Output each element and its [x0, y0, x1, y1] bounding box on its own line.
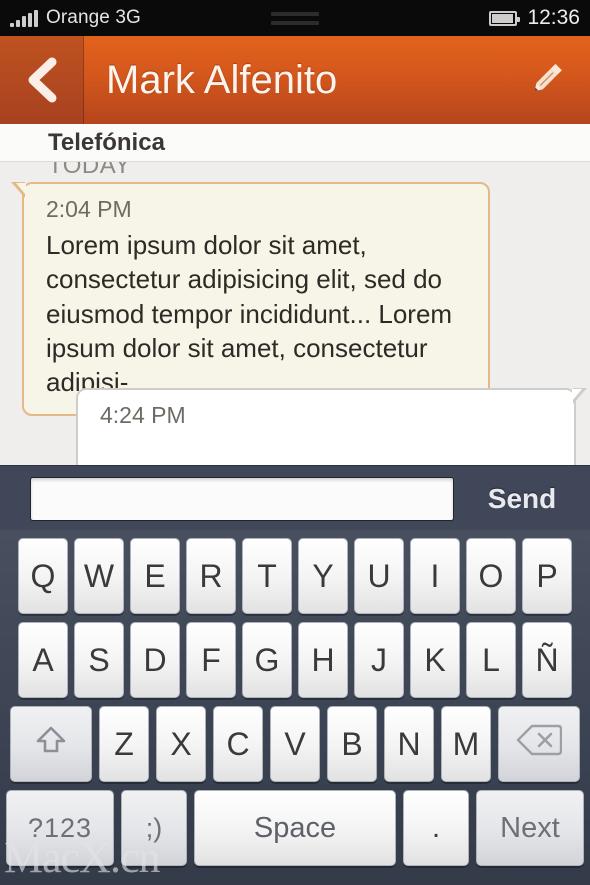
key-b[interactable]: B — [327, 706, 377, 782]
key-enye[interactable]: Ñ — [522, 622, 572, 698]
backspace-icon — [516, 723, 563, 765]
message-text: Lorem ipsum dolor sit amet, consectetur … — [46, 230, 453, 398]
key-h[interactable]: H — [298, 622, 348, 698]
symbols-key[interactable]: ?123 — [6, 790, 114, 866]
key-p[interactable]: P — [522, 538, 572, 614]
key-n[interactable]: N — [384, 706, 434, 782]
send-button[interactable]: Send — [454, 483, 590, 515]
page-title: Mark Alfenito — [106, 57, 338, 102]
key-q[interactable]: Q — [18, 538, 68, 614]
key-m[interactable]: M — [441, 706, 491, 782]
back-button[interactable] — [0, 36, 84, 124]
key-j[interactable]: J — [354, 622, 404, 698]
key-c[interactable]: C — [213, 706, 263, 782]
message-timestamp: 2:04 PM — [46, 196, 132, 222]
key-k[interactable]: K — [410, 622, 460, 698]
pencil-icon — [525, 56, 569, 105]
message-timestamp: 4:24 PM — [100, 402, 186, 428]
bubble-tail — [572, 388, 587, 404]
key-a[interactable]: A — [18, 622, 68, 698]
keyboard-row-3: Z X C V B N M — [6, 706, 584, 782]
key-f[interactable]: F — [186, 622, 236, 698]
contact-header: Telefónica — [0, 124, 590, 162]
shift-key[interactable] — [10, 706, 92, 782]
edit-button[interactable] — [504, 36, 590, 124]
virtual-keyboard: Q W E R T Y U I O P A S D F G H J K L Ñ — [0, 530, 590, 885]
key-y[interactable]: Y — [298, 538, 348, 614]
key-u[interactable]: U — [354, 538, 404, 614]
message-input[interactable] — [30, 476, 454, 521]
keyboard-row-1: Q W E R T Y U I O P — [6, 538, 584, 614]
status-bar-left: Orange 3G — [0, 7, 141, 29]
compose-bar: Send — [0, 465, 590, 531]
key-d[interactable]: D — [130, 622, 180, 698]
key-v[interactable]: V — [270, 706, 320, 782]
key-x[interactable]: X — [156, 706, 206, 782]
key-i[interactable]: I — [410, 538, 460, 614]
battery-icon — [489, 10, 521, 26]
next-key[interactable]: Next — [476, 790, 584, 866]
clock-label: 12:36 — [527, 6, 580, 29]
key-t[interactable]: T — [242, 538, 292, 614]
carrier-label: Orange 3G — [46, 7, 141, 28]
key-g[interactable]: G — [242, 622, 292, 698]
emoji-key[interactable]: ;) — [121, 790, 187, 866]
app-header: Mark Alfenito — [0, 36, 590, 124]
key-e[interactable]: E — [130, 538, 180, 614]
phone-screen: Orange 3G 12:36 Mark Alfenito TODAY Tele… — [0, 0, 590, 885]
keyboard-row-2: A S D F G H J K L Ñ — [6, 622, 584, 698]
signal-bars-icon — [10, 9, 38, 27]
period-key[interactable]: . — [403, 790, 469, 866]
status-bar: Orange 3G 12:36 — [0, 0, 590, 36]
key-w[interactable]: W — [74, 538, 124, 614]
key-l[interactable]: L — [466, 622, 516, 698]
conversation-list[interactable]: TODAY Telefónica 2:04 PM Lorem ipsum dol… — [0, 124, 590, 465]
key-o[interactable]: O — [466, 538, 516, 614]
key-r[interactable]: R — [186, 538, 236, 614]
bubble-tail — [11, 182, 26, 198]
key-z[interactable]: Z — [99, 706, 149, 782]
backspace-key[interactable] — [498, 706, 580, 782]
keyboard-row-4: ?123 ;) Space . Next — [6, 790, 584, 866]
key-s[interactable]: S — [74, 622, 124, 698]
space-key[interactable]: Space — [194, 790, 396, 866]
message-bubble-outgoing[interactable]: 4:24 PM — [76, 388, 587, 465]
message-bubble-incoming[interactable]: 2:04 PM Lorem ipsum dolor sit amet, cons… — [11, 182, 490, 416]
status-bar-right: 12:36 — [489, 0, 580, 36]
chevron-left-icon — [25, 57, 59, 103]
shift-arrow-icon — [32, 721, 70, 767]
